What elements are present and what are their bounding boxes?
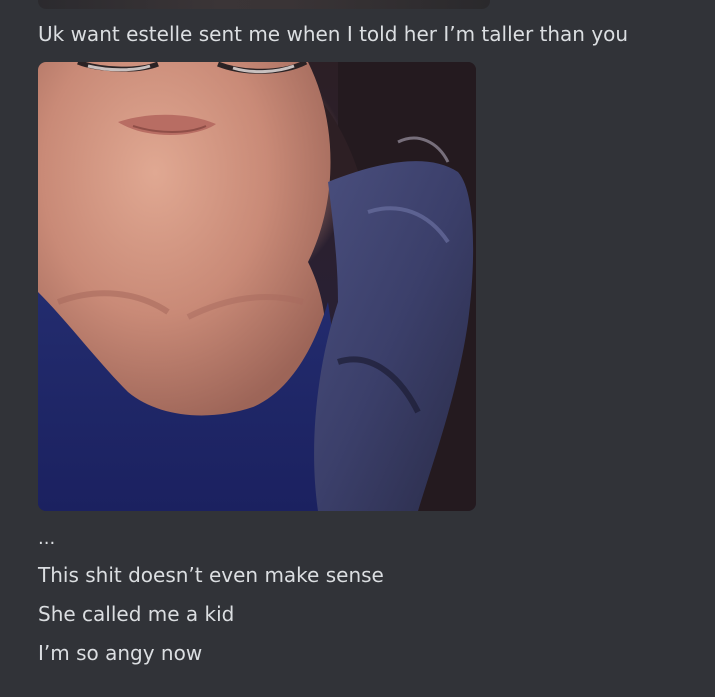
message-text: Uk want estelle sent me when I told her … <box>38 22 629 46</box>
message-text: She called me a kid <box>38 602 235 626</box>
chat-messages: Uk want estelle sent me when I told her … <box>0 0 715 697</box>
message-text: This shit doesn’t even make sense <box>38 563 384 587</box>
image-attachment[interactable] <box>38 62 476 511</box>
message-text: I’m so angy now <box>38 641 203 665</box>
previous-image-attachment[interactable] <box>38 0 490 9</box>
message-text: ... <box>38 528 56 549</box>
photo-content <box>38 62 476 511</box>
